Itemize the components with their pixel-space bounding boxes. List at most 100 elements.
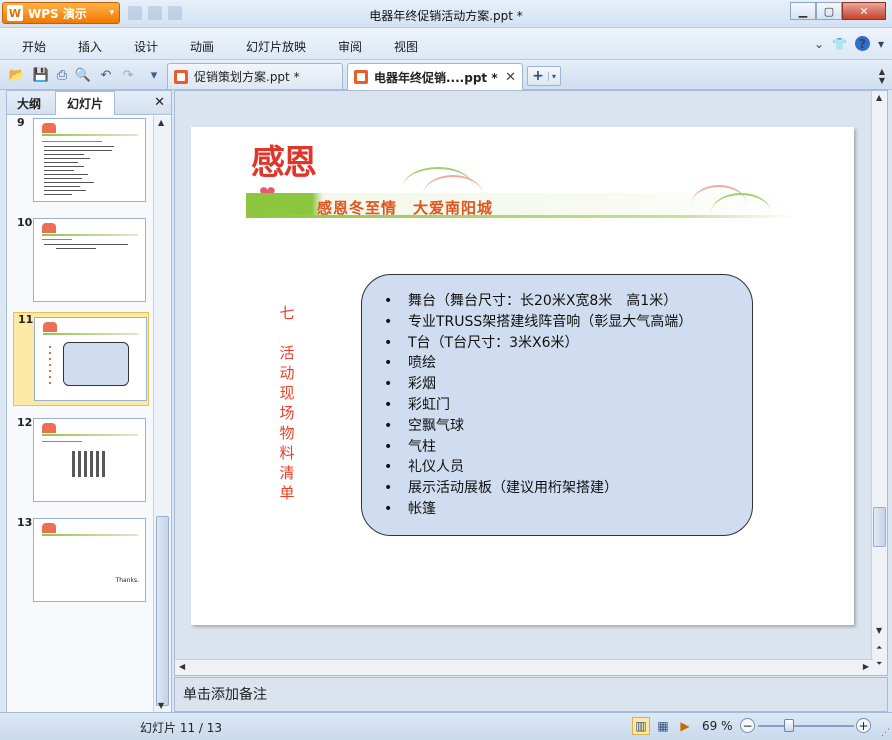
menu-home[interactable]: 开始 xyxy=(22,38,46,55)
thumbnail-text: Thanks. xyxy=(115,577,139,584)
customize-toolbar-icon[interactable]: ▾ xyxy=(146,67,162,83)
zoom-out-button[interactable]: − xyxy=(740,718,755,733)
menu-right-controls: ⌄ 👕 ? ▾ xyxy=(814,36,884,51)
undo-icon[interactable]: ↶ xyxy=(98,67,114,83)
list-item: T台（T台尺寸：3米X6米） xyxy=(384,333,692,354)
menu-animation[interactable]: 动画 xyxy=(190,38,214,55)
notes-pane[interactable]: 单击添加备注 xyxy=(174,677,888,712)
menu-insert[interactable]: 插入 xyxy=(78,38,102,55)
slideshow-view-icon[interactable]: ▶ xyxy=(676,717,694,735)
thumbnail-preview xyxy=(34,317,147,401)
list-item: 帐篷 xyxy=(384,499,692,520)
open-folder-icon[interactable]: 📂 xyxy=(9,67,25,83)
list-item: 彩烟 xyxy=(384,374,692,395)
slide-indicator: 幻灯片 11 / 13 xyxy=(140,721,223,735)
slides-panel: 大纲 幻灯片 ✕ 9 10 11 12 13 Thanks. ▲ ▼ xyxy=(6,90,172,712)
tab-label: 电器年终促销....ppt * xyxy=(374,70,498,85)
scroll-up-icon[interactable]: ▲ xyxy=(876,93,882,102)
slide-thumbnail[interactable]: 10 xyxy=(13,216,149,306)
materials-list: 舞台（舞台尺寸：长20米X宽8米 高1米） 专业TRUSS架搭建线阵音响（彰显大… xyxy=(384,291,692,520)
close-tab-icon[interactable]: ✕ xyxy=(505,70,516,85)
new-tab-button[interactable]: + ▾ xyxy=(527,66,561,86)
skin-shirt-icon[interactable]: 👕 xyxy=(832,37,847,51)
slide-thumbnail-selected[interactable]: 11 xyxy=(13,312,149,406)
list-item: 礼仪人员 xyxy=(384,457,692,478)
tab-scroll-arrows[interactable]: ▲ ▼ xyxy=(872,63,892,89)
zoom-slider-handle[interactable] xyxy=(784,719,794,732)
maximize-button[interactable]: ▢ xyxy=(816,2,842,20)
help-icon[interactable]: ? xyxy=(854,36,870,51)
minimize-button[interactable]: ▁ xyxy=(790,2,816,20)
resize-grip-icon[interactable]: ⋰ xyxy=(881,728,890,738)
decorative-swoosh xyxy=(711,193,771,233)
print-preview-icon[interactable]: 🔍 xyxy=(75,67,91,83)
slide-edit-area: 感恩 ❤ 感恩冬至情 大爱南阳城 七 活 动 现 场 物 料 清 单 舞台（舞台… xyxy=(174,90,888,676)
ppt-file-icon xyxy=(174,69,188,84)
thumbnail-list: 9 10 11 12 13 Thanks. xyxy=(7,116,154,712)
ppt-file-icon xyxy=(354,70,368,84)
normal-view-icon[interactable]: ▥ xyxy=(632,717,650,735)
tab-promotion-plan[interactable]: 促销策划方案.ppt * xyxy=(167,63,343,89)
toolbar-tab-row: 📂 💾 ⎙ 🔍 ↶ ↷ ▾ 促销策划方案.ppt * 电器年终促销....ppt… xyxy=(0,60,892,90)
tab-active-document[interactable]: 电器年终促销....ppt * ✕ xyxy=(347,63,523,90)
scroll-right-icon[interactable]: ▶ xyxy=(863,662,869,671)
tab-outline[interactable]: 大纲 xyxy=(7,91,51,115)
thumbnail-number: 9 xyxy=(17,116,25,129)
slide-canvas[interactable]: 感恩 ❤ 感恩冬至情 大爱南阳城 七 活 动 现 场 物 料 清 单 舞台（舞台… xyxy=(191,127,854,625)
section-number: 七 xyxy=(279,304,295,322)
next-slide-icon[interactable]: ⏷ xyxy=(876,659,882,669)
list-item: 展示活动展板（建议用桁架搭建） xyxy=(384,478,692,499)
slide-sorter-view-icon[interactable]: ▦ xyxy=(654,717,672,735)
save-icon[interactable]: 💾 xyxy=(33,67,49,83)
print-icon[interactable]: ⎙ xyxy=(54,67,70,83)
horizontal-scrollbar[interactable]: ◀ ▶ xyxy=(175,659,873,675)
slide-thumbnail[interactable]: 9 xyxy=(13,116,149,206)
scroll-down-icon[interactable]: ▼ xyxy=(158,701,164,710)
zoom-level: 69 % xyxy=(702,719,733,733)
close-window-button[interactable]: ✕ xyxy=(842,2,886,20)
list-item: 舞台（舞台尺寸：长20米X宽8米 高1米） xyxy=(384,291,692,312)
status-bar: 幻灯片 11 / 13 ▥ ▦ ▶ 69 % − + ⋰ xyxy=(0,712,892,740)
scroll-left-icon[interactable]: ◀ xyxy=(179,662,185,671)
title-char: 清 xyxy=(279,464,295,482)
thumbnail-scrollbar[interactable]: ▲ ▼ xyxy=(153,116,171,712)
list-item: 空飘气球 xyxy=(384,416,692,437)
menu-slideshow[interactable]: 幻灯片放映 xyxy=(246,38,306,55)
materials-list-box[interactable]: 舞台（舞台尺寸：长20米X宽8米 高1米） 专业TRUSS架搭建线阵音响（彰显大… xyxy=(361,274,753,536)
title-char: 现 xyxy=(279,384,295,402)
tab-slides[interactable]: 幻灯片 xyxy=(55,91,115,115)
thumbnail-number: 12 xyxy=(17,416,33,429)
scrollbar-thumb[interactable] xyxy=(873,507,886,547)
zoom-in-button[interactable]: + xyxy=(856,718,871,733)
title-char: 动 xyxy=(279,364,295,382)
thumbnail-number: 13 xyxy=(17,516,33,529)
thumbnail-preview xyxy=(33,118,146,202)
scroll-down-icon[interactable]: ▼ xyxy=(876,626,882,635)
decorative-swoosh xyxy=(423,175,483,215)
thumbnail-preview xyxy=(33,218,146,302)
list-item: 专业TRUSS架搭建线阵音响（彰显大气高端） xyxy=(384,312,692,333)
list-item: 彩虹门 xyxy=(384,395,692,416)
window-title: 电器年终促销活动方案.ppt * xyxy=(369,9,523,23)
list-item: 喷绘 xyxy=(384,353,692,374)
help-dropdown-icon[interactable]: ▾ xyxy=(878,37,884,51)
scrollbar-thumb[interactable] xyxy=(156,516,169,706)
vertical-scrollbar[interactable]: ▲ ▼ ⏶ ⏷ xyxy=(871,91,887,675)
scroll-up-icon[interactable]: ▲ xyxy=(158,118,164,127)
redo-icon[interactable]: ↷ xyxy=(120,67,136,83)
slide-thumbnail[interactable]: 13 Thanks. xyxy=(13,516,149,606)
panel-tabs: 大纲 幻灯片 ✕ xyxy=(7,91,171,115)
title-char: 物 xyxy=(279,424,295,442)
collapse-ribbon-icon[interactable]: ⌄ xyxy=(814,37,824,51)
close-panel-icon[interactable]: ✕ xyxy=(154,95,165,110)
slide-thumbnail[interactable]: 12 xyxy=(13,416,149,506)
menu-design[interactable]: 设计 xyxy=(134,38,158,55)
zoom-slider-track[interactable] xyxy=(758,725,854,727)
title-char: 单 xyxy=(279,484,295,502)
thumbnail-preview: Thanks. xyxy=(33,518,146,602)
title-bar: W WPS 演示 ▾ 电器年终促销活动方案.ppt * ▁ ▢ ✕ xyxy=(0,0,892,28)
slide-logo-text: 感恩 xyxy=(251,143,317,183)
menu-review[interactable]: 审阅 xyxy=(338,38,362,55)
previous-slide-icon[interactable]: ⏶ xyxy=(876,643,882,653)
menu-view[interactable]: 视图 xyxy=(394,38,418,55)
